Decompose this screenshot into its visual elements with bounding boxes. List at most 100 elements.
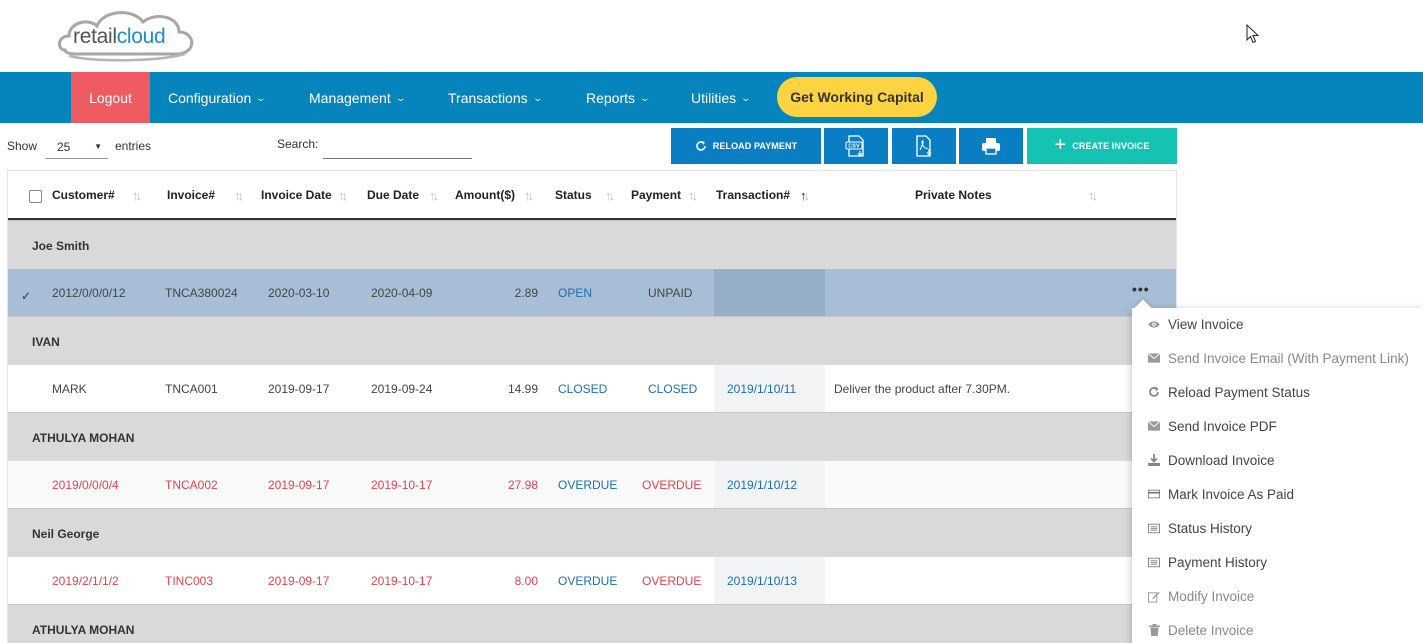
cell-amount: 14.99 bbox=[507, 382, 538, 396]
sort-icon[interactable]: ↑↓ bbox=[338, 188, 348, 203]
header-private-notes[interactable]: Private Notes bbox=[915, 188, 992, 202]
nav-configuration[interactable]: Configuration ⌄ bbox=[168, 72, 266, 123]
cell-due-date: 2020-04-09 bbox=[371, 286, 433, 300]
search-input[interactable] bbox=[323, 134, 472, 159]
show-label: Show bbox=[7, 139, 38, 153]
get-working-capital-button[interactable]: Get Working Capital bbox=[777, 77, 937, 117]
nav-reports-label: Reports bbox=[586, 89, 636, 106]
menu-item-download-invoice[interactable]: Download Invoice bbox=[1148, 449, 1275, 471]
header-due-date[interactable]: Due Date bbox=[367, 188, 419, 202]
nav-management-label: Management bbox=[309, 89, 391, 106]
header-invoice-date[interactable]: Invoice Date bbox=[261, 188, 332, 202]
menu-item-payment-history[interactable]: Payment History bbox=[1148, 551, 1267, 573]
csv-icon-label: CSV bbox=[848, 144, 860, 150]
group-row: ATHULYA MOHAN bbox=[8, 412, 1176, 460]
nav-utilities[interactable]: Utilities ⌄ bbox=[691, 72, 752, 123]
nav-utilities-label: Utilities bbox=[691, 89, 737, 106]
header-customer[interactable]: Customer# bbox=[52, 188, 115, 202]
download-icon bbox=[1148, 454, 1160, 466]
cell-invoice: TNCA380024 bbox=[165, 286, 238, 300]
cell-transaction[interactable]: 2019/1/10/12 bbox=[727, 478, 797, 492]
sort-icon[interactable]: ↑↓ bbox=[132, 188, 142, 203]
chevron-down-icon: ⌄ bbox=[395, 93, 406, 103]
cell-invoice: TNCA001 bbox=[165, 382, 218, 396]
menu-item-delete-invoice[interactable]: Delete Invoice bbox=[1148, 619, 1254, 641]
sort-icon[interactable]: ↑↓ bbox=[605, 188, 615, 203]
cell-due-date: 2019-09-24 bbox=[371, 382, 433, 396]
header-amount[interactable]: Amount($) bbox=[455, 188, 515, 202]
list-icon bbox=[1148, 556, 1160, 568]
invoice-table: Customer# ↑↓ Invoice# ↑↓ Invoice Date ↑↓… bbox=[7, 170, 1177, 643]
cell-amount: 27.98 bbox=[507, 478, 538, 492]
table-row[interactable]: MARK TNCA001 2019-09-17 2019-09-24 14.99… bbox=[8, 364, 1176, 413]
header-payment[interactable]: Payment bbox=[631, 188, 681, 202]
entries-select-value: 25 bbox=[57, 140, 71, 154]
menu-item-send-pdf[interactable]: Send Invoice PDF bbox=[1148, 415, 1277, 437]
cell-status: OVERDUE bbox=[558, 478, 618, 492]
group-name: Joe Smith bbox=[32, 239, 90, 253]
header-invoice[interactable]: Invoice# bbox=[167, 188, 215, 202]
select-all-checkbox[interactable] bbox=[29, 190, 42, 203]
reload-payment-button[interactable]: RELOAD PAYMENT bbox=[671, 128, 821, 164]
row-actions-icon[interactable]: ••• bbox=[1132, 281, 1150, 297]
menu-item-label: Reload Payment Status bbox=[1168, 384, 1310, 400]
table-row[interactable]: ✓ 2012/0/0/0/12 TNCA380024 2020-03-10 20… bbox=[8, 268, 1176, 317]
nav-configuration-label: Configuration bbox=[168, 89, 252, 106]
group-row: Neil George bbox=[8, 508, 1176, 556]
cell-transaction[interactable]: 2019/1/10/13 bbox=[727, 574, 797, 588]
envelope-icon bbox=[1148, 420, 1160, 432]
header-status[interactable]: Status bbox=[555, 188, 592, 202]
sort-icon[interactable]: ↑↓ bbox=[1088, 188, 1098, 203]
table-row[interactable]: 2019/2/1/1/2 TINC003 2019-09-17 2019-10-… bbox=[8, 556, 1176, 605]
edit-icon bbox=[1148, 590, 1160, 602]
header-transaction[interactable]: Transaction# bbox=[716, 188, 790, 202]
refresh-icon bbox=[1148, 386, 1160, 398]
nav-reports[interactable]: Reports ⌄ bbox=[586, 72, 650, 123]
menu-item-reload-status[interactable]: Reload Payment Status bbox=[1148, 381, 1310, 403]
cell-amount: 2.89 bbox=[514, 286, 538, 300]
envelope-icon bbox=[1148, 352, 1160, 364]
eye-icon bbox=[1148, 318, 1160, 330]
print-button[interactable] bbox=[959, 128, 1023, 164]
table-header: Customer# ↑↓ Invoice# ↑↓ Invoice Date ↑↓… bbox=[8, 171, 1176, 220]
cell-invoice-date: 2020-03-10 bbox=[268, 286, 330, 300]
menu-item-mark-paid[interactable]: Mark Invoice As Paid bbox=[1148, 483, 1294, 505]
cell-payment: OVERDUE bbox=[642, 478, 702, 492]
menu-item-label: Mark Invoice As Paid bbox=[1168, 486, 1295, 502]
menu-item-status-history[interactable]: Status History bbox=[1148, 517, 1252, 539]
sort-icon[interactable]: ↑↓ bbox=[524, 188, 534, 203]
menu-item-label: Status History bbox=[1168, 520, 1253, 536]
menu-item-send-email[interactable]: Send Invoice Email (With Payment Link) bbox=[1148, 347, 1409, 369]
cell-invoice: TNCA002 bbox=[165, 478, 218, 492]
reload-payment-label: RELOAD PAYMENT bbox=[712, 141, 798, 151]
search-label: Search: bbox=[277, 137, 319, 151]
menu-item-view-invoice[interactable]: View Invoice bbox=[1148, 313, 1244, 335]
menu-item-modify-invoice[interactable]: Modify Invoice bbox=[1148, 585, 1254, 607]
group-row: ATHULYA MOHAN bbox=[8, 604, 1176, 643]
group-name: ATHULYA MOHAN bbox=[32, 431, 135, 445]
export-csv-button[interactable]: CSV bbox=[824, 128, 888, 164]
nav-transactions[interactable]: Transactions ⌄ bbox=[448, 72, 543, 123]
nav-management[interactable]: Management ⌄ bbox=[309, 72, 406, 123]
csv-file-icon: CSV bbox=[845, 135, 864, 157]
cell-status: CLOSED bbox=[558, 382, 608, 396]
pdf-file-icon bbox=[916, 135, 932, 157]
group-name: IVAN bbox=[32, 335, 60, 349]
cell-transaction[interactable]: 2019/1/10/11 bbox=[727, 382, 796, 396]
table-row[interactable]: 2019/0/0/0/4 TNCA002 2019-09-17 2019-10-… bbox=[8, 460, 1176, 509]
sort-icon[interactable]: ↑↓ bbox=[429, 188, 439, 203]
logout-button[interactable]: Logout bbox=[71, 72, 150, 123]
retailcloud-logo[interactable]: retailcloud bbox=[55, 6, 197, 64]
export-pdf-button[interactable] bbox=[892, 128, 956, 164]
entries-select[interactable]: 25 ▼ bbox=[45, 136, 108, 159]
sort-icon[interactable]: ↑↓ bbox=[688, 188, 698, 203]
cell-amount: 8.00 bbox=[514, 574, 538, 588]
caret-down-icon: ▼ bbox=[94, 142, 102, 151]
cell-payment: CLOSED bbox=[648, 382, 698, 396]
group-name: ATHULYA MOHAN bbox=[32, 623, 135, 637]
cell-customer: 2019/2/1/1/2 bbox=[52, 574, 119, 588]
sort-icon[interactable]: ↑↓ bbox=[234, 188, 244, 203]
chevron-down-icon: ⌄ bbox=[740, 93, 752, 103]
create-invoice-button[interactable]: + CREATE INVOICE bbox=[1027, 128, 1177, 164]
sort-icon[interactable]: ↑↓ bbox=[800, 188, 810, 203]
